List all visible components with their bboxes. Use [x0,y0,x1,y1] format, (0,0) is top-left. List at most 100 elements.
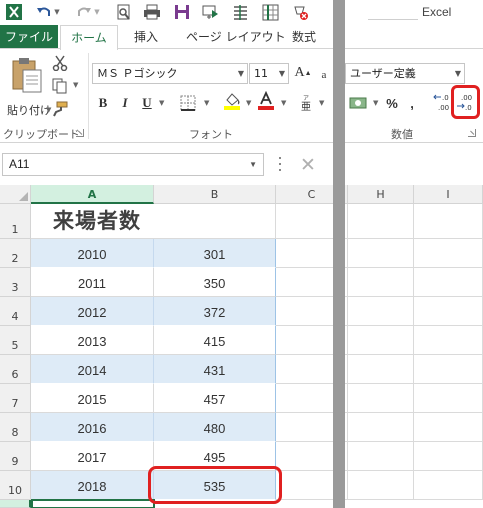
cell-h5[interactable] [348,326,414,355]
select-all-button[interactable] [0,185,31,204]
freeze-panes-icon[interactable] [260,2,280,22]
cell-i9[interactable] [414,442,483,471]
copy-icon[interactable] [50,76,70,96]
phonetic-guide-icon[interactable]: ア亜 [297,93,317,113]
number-launcher-icon[interactable] [468,129,476,137]
year-cell[interactable]: 2017 [31,442,154,471]
borders-dropdown-icon[interactable]: ▼ [204,99,209,107]
visitor-count-cell[interactable]: 301 [154,239,276,268]
visitor-count-cell[interactable]: 415 [154,326,276,355]
print-preview-icon[interactable] [114,2,134,22]
cell-h3[interactable] [348,268,414,297]
row-header-7[interactable]: 7 [0,384,31,413]
accounting-format-icon[interactable] [348,93,368,113]
number-format-select[interactable]: ユーザー定義 ▼ [345,63,465,84]
tab-insert[interactable]: 挿入 [124,25,168,49]
column-header-b[interactable]: B [154,185,276,204]
tab-page-layout[interactable]: ページ レイアウト [176,25,296,49]
year-cell[interactable]: 2012 [31,297,154,326]
column-header-i[interactable]: I [414,185,483,204]
cell-i8[interactable] [414,413,483,442]
row-header-11[interactable] [0,500,31,508]
borders-icon[interactable] [178,93,198,113]
redo-icon[interactable] [74,2,94,22]
bold-button[interactable]: B [95,93,111,113]
fill-color-icon[interactable] [222,91,242,111]
save-icon[interactable] [172,2,192,22]
tab-file[interactable]: ファイル [0,25,58,49]
row-header-9[interactable]: 9 [0,442,31,471]
row-header-4[interactable]: 4 [0,297,31,326]
quick-print-icon[interactable] [142,2,162,22]
cell-h7[interactable] [348,384,414,413]
cell-i7[interactable] [414,384,483,413]
cell-i3[interactable] [414,268,483,297]
visitor-count-cell[interactable]: 350 [154,268,276,297]
copy-dropdown-icon[interactable]: ▼ [73,81,78,89]
title-cell[interactable]: 来場者数 [31,204,154,239]
row-header-5[interactable]: 5 [0,326,31,355]
cut-icon[interactable] [50,53,70,73]
cell-h8[interactable] [348,413,414,442]
cancel-entry-icon[interactable]: ✕ [300,154,316,176]
clipboard-launcher-icon[interactable] [76,129,84,137]
increase-font-size-icon[interactable]: A ▲ [293,63,313,83]
active-cell-a11[interactable] [31,499,155,508]
row-header-2[interactable]: 2 [0,239,31,268]
clear-format-icon[interactable] [290,2,310,22]
cell-i10[interactable] [414,471,483,500]
font-color-dropdown-icon[interactable]: ▼ [281,99,286,107]
tab-formulas[interactable]: 数式 [282,25,326,49]
phonetic-dropdown-icon[interactable]: ▼ [319,99,324,107]
worksheet-grid[interactable]: A B C H I 1 来場者数 2 2010 301 3 2011 350 4… [0,185,483,508]
paste-button[interactable]: 貼り付け ▼ [4,57,51,121]
cell-i5[interactable] [414,326,483,355]
cell-b1[interactable] [154,204,276,239]
cell-h9[interactable] [348,442,414,471]
cell-h10[interactable] [348,471,414,500]
cell-h6[interactable] [348,355,414,384]
visitor-count-cell[interactable]: 431 [154,355,276,384]
year-cell[interactable]: 2011 [31,268,154,297]
visitor-count-cell[interactable]: 480 [154,413,276,442]
formula-bar-grip-icon[interactable] [279,157,282,171]
undo-icon[interactable] [34,2,54,22]
year-cell[interactable]: 2013 [31,326,154,355]
fill-color-dropdown-icon[interactable]: ▼ [246,99,251,107]
visitor-count-cell[interactable]: 372 [154,297,276,326]
comma-style-button[interactable]: , [405,93,419,113]
cell-i2[interactable] [414,239,483,268]
year-cell[interactable]: 2015 [31,384,154,413]
accounting-dropdown-icon[interactable]: ▼ [373,99,378,107]
font-size-select[interactable]: 11 ▼ [249,63,289,84]
format-painter-icon[interactable] [50,99,70,119]
cell-h4[interactable] [348,297,414,326]
cell-i1[interactable] [414,204,483,239]
window-split-bar[interactable] [333,0,345,508]
tab-home[interactable]: ホーム [60,25,118,50]
slideshow-icon[interactable] [200,2,220,22]
underline-button[interactable]: U [139,93,155,113]
redo-dropdown-icon[interactable]: ▼ [92,2,102,22]
cell-h2[interactable] [348,239,414,268]
year-cell[interactable]: 2014 [31,355,154,384]
italic-button[interactable]: I [117,93,133,113]
cell-h1[interactable] [348,204,414,239]
visitor-count-cell[interactable]: 457 [154,384,276,413]
name-box[interactable]: A11 ▼ [2,153,264,176]
row-header-6[interactable]: 6 [0,355,31,384]
font-name-select[interactable]: ＭＳ Ｐゴシック ▼ [92,63,248,84]
cell-i4[interactable] [414,297,483,326]
year-cell[interactable]: 2016 [31,413,154,442]
year-cell[interactable]: 2018 [31,471,154,500]
percent-style-button[interactable]: % [384,93,400,113]
cell-i6[interactable] [414,355,483,384]
row-header-10[interactable]: 10 [0,471,31,500]
column-header-a[interactable]: A [31,185,154,204]
sort-filter-icon[interactable] [230,2,250,22]
undo-dropdown-icon[interactable]: ▼ [52,2,62,22]
row-header-8[interactable]: 8 [0,413,31,442]
underline-dropdown-icon[interactable]: ▼ [159,99,164,107]
year-cell[interactable]: 2010 [31,239,154,268]
font-color-icon[interactable] [256,91,276,111]
